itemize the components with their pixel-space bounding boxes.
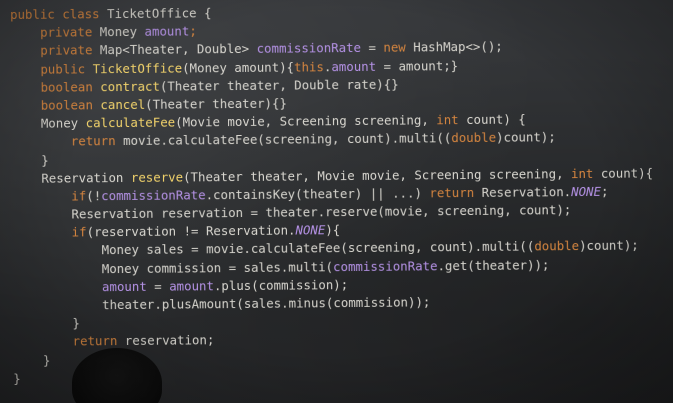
- code-token: Money sales = movie.calculateFee(screeni…: [12, 238, 535, 259]
- code-token: .: [323, 58, 332, 74]
- code-token: ;: [600, 183, 609, 199]
- code-token: HashMap<>();: [413, 39, 503, 55]
- code-token: return: [11, 133, 124, 150]
- code-token: (Theater theater){}: [145, 95, 287, 112]
- code-token: (reservation != Reservation.: [86, 222, 296, 240]
- code-token: int: [570, 165, 601, 181]
- code-token: }: [13, 352, 51, 368]
- code-token: )count);: [496, 129, 556, 146]
- code-token: }: [12, 315, 80, 332]
- code-token: public class: [10, 6, 108, 22]
- code-token: (Movie movie, Screening screening,: [175, 112, 437, 130]
- code-token: = amount;}: [376, 57, 459, 74]
- code-token: (Theater theater, Movie movie, Screening…: [183, 165, 572, 185]
- code-token: calculateFee: [85, 114, 176, 131]
- code-token: if: [11, 188, 87, 204]
- code-block: public class TicketOffice { private Mone…: [10, 0, 655, 388]
- code-token: reservation;: [124, 332, 215, 349]
- code-token: return: [12, 333, 125, 350]
- code-token: boolean: [10, 78, 101, 95]
- code-token: Money: [10, 115, 86, 132]
- code-token: Reservation reservation = theater.reserv…: [11, 202, 572, 223]
- code-token: NONE: [571, 183, 602, 199]
- code-token: commissionRate: [101, 187, 206, 204]
- code-token: .plus(commission);: [213, 276, 349, 294]
- code-token: theater.plusAmount(sales.minus(commissio…: [12, 294, 431, 313]
- code-token: )count);: [579, 237, 639, 254]
- code-token: private: [10, 42, 100, 59]
- code-token: count) {: [466, 111, 526, 128]
- projection-screen: public class TicketOffice { private Mone…: [0, 0, 673, 403]
- code-token: Reservation: [11, 169, 131, 186]
- code-token: TicketOffice: [92, 60, 183, 76]
- code-token: ){: [325, 222, 341, 238]
- code-token: new: [383, 39, 414, 56]
- code-token: amount: [144, 23, 190, 40]
- code-token: movie.calculateFee(screening, count).mul…: [123, 130, 452, 149]
- code-token: commissionRate: [332, 257, 438, 274]
- code-token: (!: [86, 188, 102, 204]
- code-token: int: [436, 112, 467, 128]
- code-token: boolean: [10, 97, 101, 113]
- code-token: (Theater theater, Double rate){}: [159, 76, 399, 94]
- code-token: private: [10, 24, 100, 41]
- code-token: }: [11, 152, 49, 168]
- code-token: amount: [331, 58, 377, 74]
- code-token: public: [10, 60, 93, 77]
- code-token: Money commission = sales.multi(: [12, 258, 334, 277]
- code-token: count){: [600, 165, 654, 181]
- code-token: commissionRate: [256, 40, 362, 57]
- code-token: contract: [100, 78, 160, 94]
- code-token: .get(theater));: [437, 256, 550, 273]
- code-token: return: [429, 184, 482, 201]
- code-token: double: [534, 238, 580, 254]
- code-token: NONE: [295, 222, 326, 238]
- code-token: reserve: [130, 169, 184, 185]
- code-token: (Money amount){: [182, 59, 295, 76]
- code-token: amount: [169, 278, 214, 294]
- code-token: TicketOffice {: [106, 5, 212, 22]
- code-token: Map<Theater, Double>: [99, 41, 257, 58]
- code-token: double: [451, 130, 497, 146]
- code-token: Money: [99, 24, 145, 40]
- code-token: ;: [189, 23, 197, 39]
- code-token: =: [360, 40, 384, 56]
- code-token: }: [13, 370, 21, 386]
- code-token: Reservation.: [481, 183, 572, 200]
- code-token: .containsKey(theater) || ...): [205, 185, 430, 203]
- code-token: if: [11, 224, 87, 241]
- code-token: amount: [101, 278, 147, 295]
- code-token: this: [293, 58, 324, 75]
- code-token: cancel: [100, 96, 146, 113]
- code-token: =: [146, 278, 170, 294]
